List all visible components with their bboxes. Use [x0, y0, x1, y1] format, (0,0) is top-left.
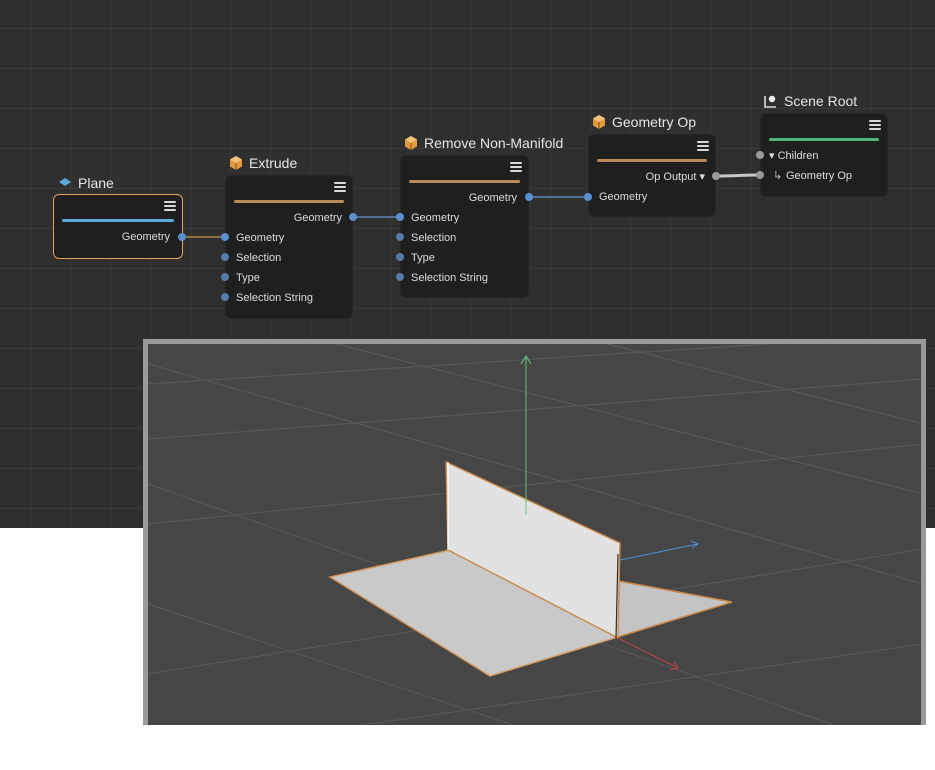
- extrude-output-geometry: Geometry: [293, 212, 342, 224]
- plane-output-geometry: Geometry: [121, 231, 170, 243]
- remove-input-selection-string: Selection String: [411, 272, 489, 284]
- plane-color-bar: [62, 219, 174, 222]
- hamburger-menu-icon[interactable]: [697, 141, 709, 153]
- scene-root-node[interactable]: ▾ Children ↳ Geometry Op: [760, 113, 888, 197]
- scene-root-child-socket[interactable]: [756, 171, 764, 179]
- scene-root-title-text: Scene Root: [784, 93, 858, 109]
- extrude-input-socket[interactable]: [221, 293, 229, 301]
- geomop-output-socket[interactable]: [712, 172, 720, 180]
- viewport-scene: [148, 344, 921, 725]
- scene-root-node-title[interactable]: Scene Root: [763, 93, 857, 109]
- extrude-node-title[interactable]: Extrude: [228, 155, 297, 171]
- remove-output-socket[interactable]: [525, 193, 533, 201]
- remove-input-socket[interactable]: [396, 233, 404, 241]
- cube-icon: [593, 115, 605, 129]
- 3d-viewport[interactable]: [143, 339, 926, 725]
- geomop-input-socket[interactable]: [584, 193, 592, 201]
- scene-root-color-bar: [769, 138, 879, 141]
- plane-title-text: Plane: [78, 175, 114, 191]
- wire-geomop-sceneroot: [715, 173, 761, 178]
- extrude-color-bar: [234, 200, 344, 203]
- scene-root-children-toggle[interactable]: ▾ Children: [769, 150, 819, 162]
- hamburger-menu-icon[interactable]: [510, 162, 522, 174]
- plane-icon: [59, 178, 71, 186]
- geomop-input-geometry: Geometry: [599, 191, 648, 203]
- extrude-node[interactable]: Geometry Geometry Selection Type Selecti…: [225, 175, 353, 319]
- extrude-input-type: Type: [236, 272, 260, 284]
- plane-node-title[interactable]: Plane: [57, 175, 114, 191]
- extrude-input-socket[interactable]: [221, 233, 229, 241]
- remove-output-geometry: Geometry: [468, 192, 517, 204]
- extrude-input-selection: Selection: [236, 252, 282, 264]
- plane-output-socket[interactable]: [178, 233, 186, 241]
- remove-title-text: Remove Non-Manifold: [424, 135, 564, 151]
- hamburger-menu-icon[interactable]: [164, 201, 176, 213]
- extrude-title-text: Extrude: [249, 155, 298, 171]
- remove-color-bar: [409, 180, 520, 183]
- scene-root-children-socket[interactable]: [756, 151, 764, 159]
- extrude-input-socket[interactable]: [221, 253, 229, 261]
- extrude-input-geometry: Geometry: [236, 232, 285, 244]
- geomop-op-output-dropdown[interactable]: Op Output ▾: [646, 171, 705, 183]
- geomop-node-title[interactable]: Geometry Op: [591, 114, 696, 130]
- hamburger-menu-icon[interactable]: [334, 182, 346, 194]
- remove-input-socket[interactable]: [396, 213, 404, 221]
- remove-node-title[interactable]: Remove Non-Manifold: [403, 135, 563, 151]
- geometry-op-node[interactable]: Op Output ▾ Geometry: [588, 134, 716, 217]
- hamburger-menu-icon[interactable]: [869, 120, 881, 132]
- plane-node[interactable]: Geometry: [53, 194, 183, 259]
- remove-input-selection: Selection: [411, 232, 457, 244]
- extrude-input-socket[interactable]: [221, 273, 229, 281]
- geomop-title-text: Geometry Op: [612, 114, 697, 130]
- cube-icon: [405, 136, 417, 150]
- remove-input-socket[interactable]: [396, 253, 404, 261]
- remove-input-socket[interactable]: [396, 273, 404, 281]
- scene-root-child-geometry-op: Geometry Op: [786, 170, 853, 182]
- extrude-input-selection-string: Selection String: [236, 292, 314, 304]
- cube-icon: [230, 156, 242, 170]
- extrude-output-socket[interactable]: [349, 213, 357, 221]
- remove-input-type: Type: [411, 252, 435, 264]
- scene-root-icon: [764, 95, 776, 108]
- scene-root-child-branch-icon: ↳: [773, 170, 783, 182]
- remove-input-geometry: Geometry: [411, 212, 460, 224]
- geomop-color-bar: [597, 159, 707, 162]
- remove-non-manifold-node[interactable]: Geometry Geometry Selection Type Selecti…: [400, 155, 529, 298]
